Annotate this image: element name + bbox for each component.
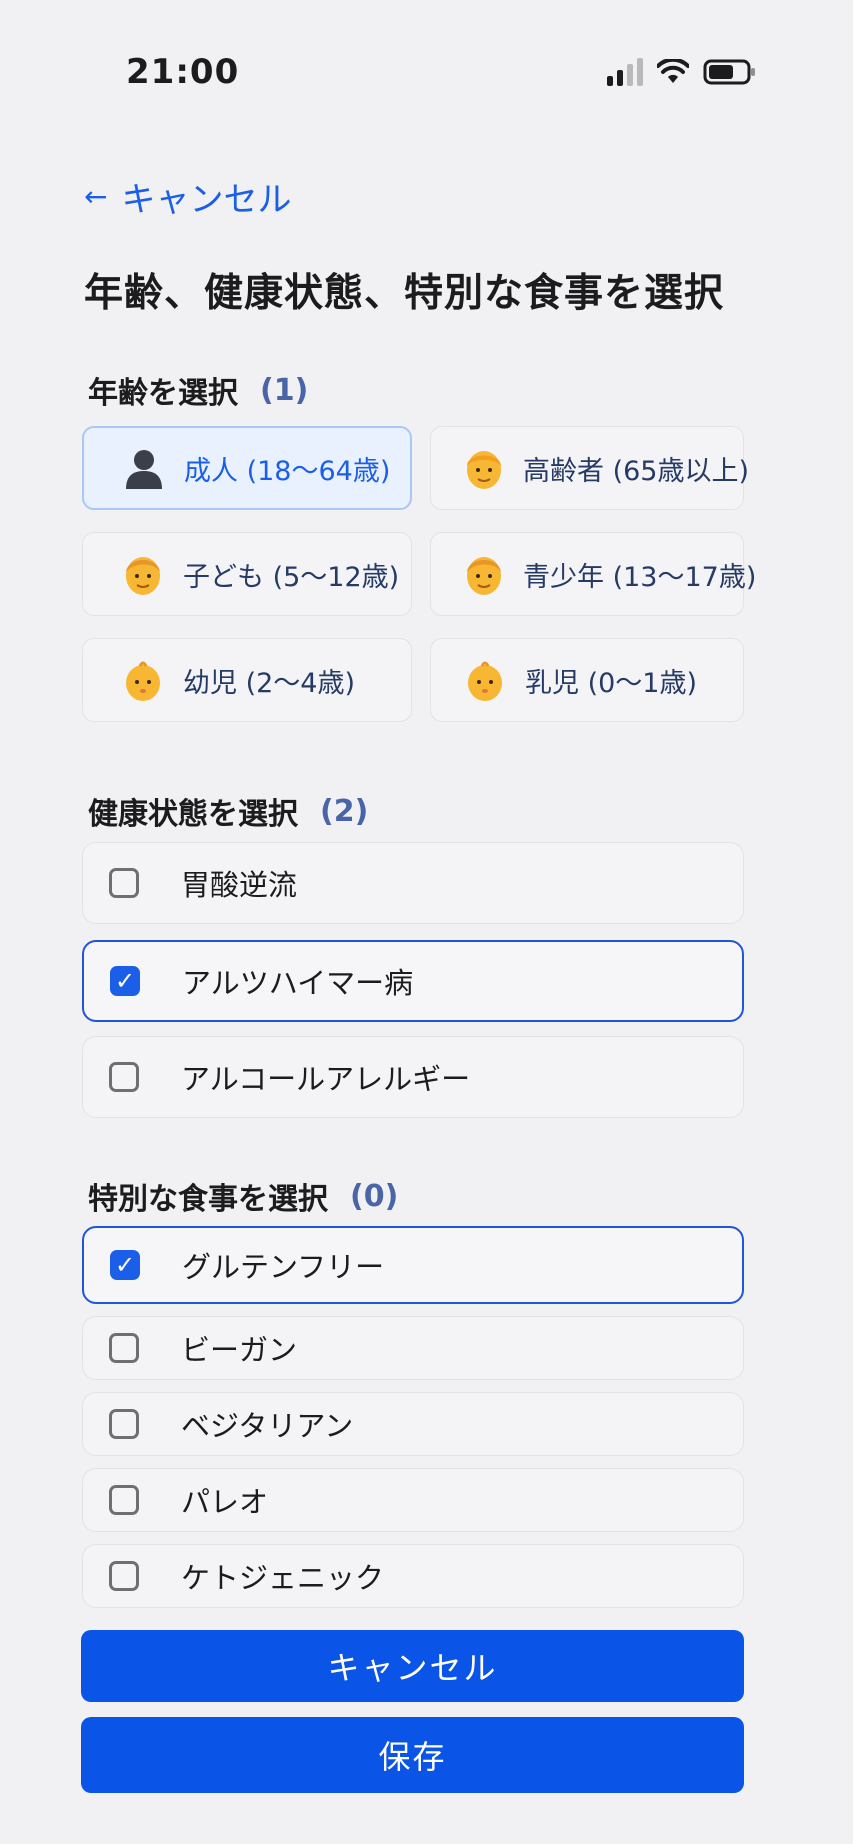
health-section-label: 健康状態を選択: [88, 797, 298, 832]
back-cancel-link[interactable]: ← キャンセル: [84, 172, 291, 221]
checkbox-checked-icon[interactable]: [110, 1250, 140, 1280]
health-option-alzheimers[interactable]: アルツハイマー病: [82, 940, 744, 1022]
age-option-label: 子ども (5〜12歳): [183, 561, 400, 593]
health-option-alcohol-allergy[interactable]: アルコールアレルギー: [82, 1036, 744, 1118]
adult-silhouette-icon: [122, 446, 166, 490]
age-option-label: 成人 (18〜64歳): [184, 455, 391, 487]
age-section-count: (1): [260, 372, 309, 408]
diet-option-label: ベジタリアン: [181, 1409, 354, 1443]
diet-option-paleo[interactable]: パレオ: [82, 1468, 744, 1532]
battery-icon: [703, 58, 757, 86]
checkbox-icon[interactable]: [109, 1561, 139, 1591]
health-option-label: 胃酸逆流: [181, 868, 298, 902]
diet-option-vegan[interactable]: ビーガン: [82, 1316, 744, 1380]
diet-option-gluten-free[interactable]: グルテンフリー: [82, 1226, 744, 1304]
toddler-face-icon: [121, 658, 165, 702]
checkbox-icon[interactable]: [109, 1409, 139, 1439]
checkbox-icon[interactable]: [109, 1485, 139, 1515]
page-title: 年齢、健康状態、特別な食事を選択: [84, 271, 725, 316]
checkbox-checked-icon[interactable]: [110, 966, 140, 996]
diet-option-label: パレオ: [181, 1485, 269, 1519]
age-section-label: 年齢を選択: [88, 376, 238, 411]
health-section-count: (2): [320, 793, 369, 829]
child-face-icon: [121, 552, 165, 596]
age-option-infant[interactable]: 乳児 (0〜1歳): [430, 638, 744, 722]
senior-face-icon: [463, 446, 505, 490]
health-option-label: アルコールアレルギー: [181, 1062, 471, 1096]
back-label: キャンセル: [121, 180, 292, 220]
diet-option-label: グルテンフリー: [182, 1250, 385, 1284]
age-option-label: 乳児 (0〜1歳): [525, 667, 698, 699]
diet-option-vegetarian[interactable]: ベジタリアン: [82, 1392, 744, 1456]
age-option-adult[interactable]: 成人 (18〜64歳): [82, 426, 412, 510]
cancel-button[interactable]: キャンセル: [81, 1630, 744, 1702]
checkbox-icon[interactable]: [109, 868, 139, 898]
age-option-label: 高齢者 (65歳以上): [523, 455, 750, 487]
left-arrow-icon: ←: [84, 180, 108, 213]
age-option-teen[interactable]: 青少年 (13〜17歳): [430, 532, 756, 616]
health-option-acid-reflux[interactable]: 胃酸逆流: [82, 842, 744, 924]
diet-section-title: 特別な食事を選択 (0): [88, 1174, 398, 1218]
baby-face-icon: [463, 658, 507, 702]
checkbox-icon[interactable]: [109, 1333, 139, 1363]
diet-option-label: ビーガン: [181, 1333, 298, 1367]
screen: 21:00 ← キャンセル 年齢、健康状態、特別な食事を選択 年齢を選択 (1)…: [0, 0, 853, 1844]
age-option-label: 幼児 (2〜4歳): [183, 667, 356, 699]
age-section-title: 年齢を選択 (1): [88, 368, 308, 412]
teen-face-icon: [463, 552, 505, 596]
health-option-label: アルツハイマー病: [182, 966, 414, 1000]
status-icons: [607, 58, 757, 86]
age-option-senior[interactable]: 高齢者 (65歳以上): [430, 426, 749, 510]
age-option-label: 青少年 (13〜17歳): [523, 561, 757, 593]
checkbox-icon[interactable]: [109, 1062, 139, 1092]
diet-section-label: 特別な食事を選択: [88, 1182, 328, 1217]
cellular-signal-icon: [607, 58, 643, 86]
diet-option-label: ケトジェニック: [181, 1561, 385, 1595]
wifi-icon: [657, 59, 689, 85]
status-time: 21:00: [126, 52, 240, 92]
age-option-child[interactable]: 子ども (5〜12歳): [82, 532, 412, 616]
diet-section-count: (0): [350, 1178, 399, 1214]
age-option-toddler[interactable]: 幼児 (2〜4歳): [82, 638, 412, 722]
diet-option-ketogenic[interactable]: ケトジェニック: [82, 1544, 744, 1608]
save-button[interactable]: 保存: [81, 1717, 744, 1793]
health-section-title: 健康状態を選択 (2): [88, 789, 368, 833]
